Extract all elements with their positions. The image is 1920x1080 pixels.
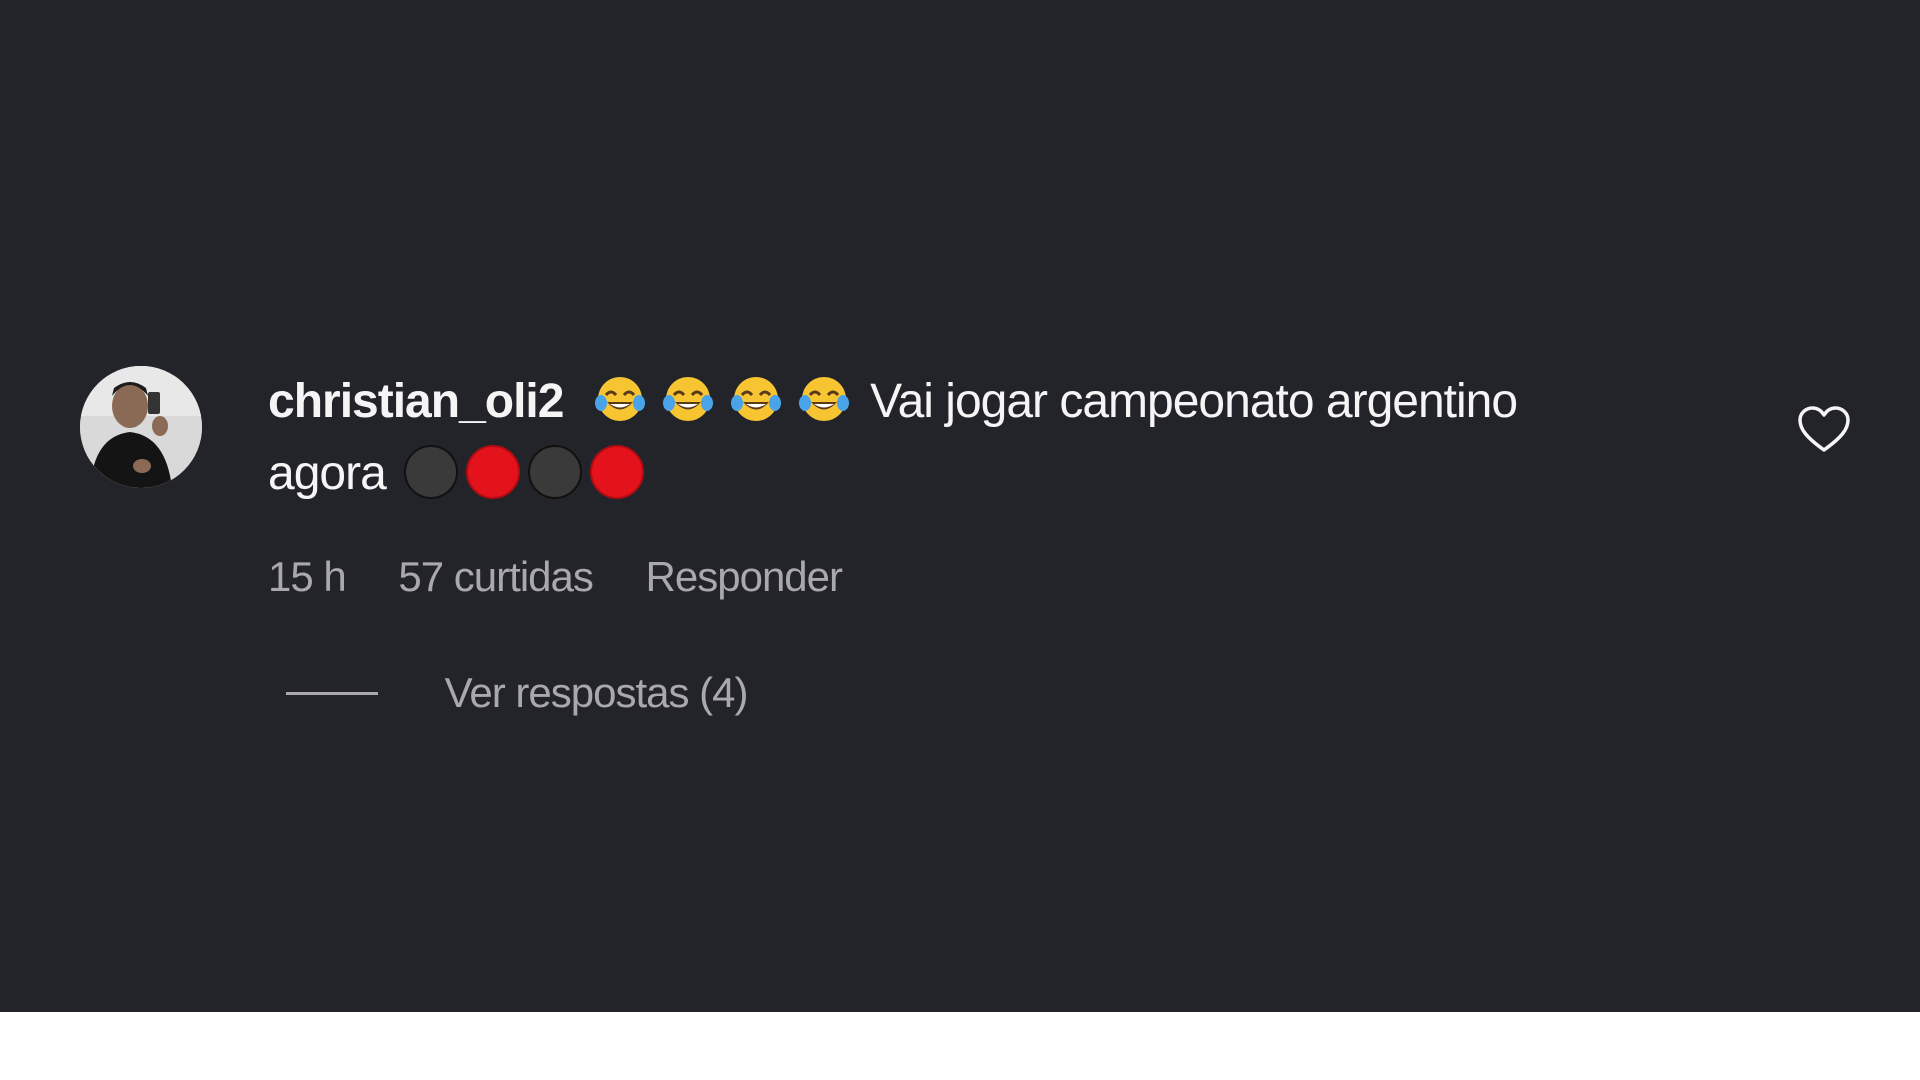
comment-body: christian_oli2 Vai jogar campeonato arge…: [268, 366, 1688, 602]
comment-timestamp[interactable]: 15 h: [268, 553, 347, 600]
red-circle-emoji: [589, 445, 644, 499]
replies-divider-line: [286, 692, 378, 695]
avatar[interactable]: [80, 366, 202, 488]
comment-text: Vai jogar campeonato argentino: [870, 375, 1518, 428]
face-with-tears-of-joy-emoji: [798, 377, 849, 421]
face-with-tears-of-joy-emoji: [662, 377, 713, 421]
likes-count[interactable]: 57 curtidas: [398, 553, 593, 600]
view-replies-label: Ver respostas (4): [444, 669, 749, 716]
comment-text-line-2: agora: [268, 438, 1688, 510]
comments-panel: christian_oli2 Vai jogar campeonato arge…: [0, 0, 1920, 1012]
username[interactable]: christian_oli2: [268, 375, 564, 428]
avatar-image: [80, 366, 202, 488]
comment-meta: 15 h 57 curtidas Responder: [268, 552, 1688, 602]
reply-button[interactable]: Responder: [646, 553, 843, 600]
face-with-tears-of-joy-emoji: [730, 377, 781, 421]
black-circle-emoji: [403, 445, 458, 499]
face-with-tears-of-joy-emoji: [594, 377, 645, 421]
comment-text-continued: agora: [268, 447, 387, 500]
view-replies-button[interactable]: Ver respostas (4): [286, 668, 749, 718]
black-circle-emoji: [527, 445, 582, 499]
heart-outline-icon[interactable]: [1796, 404, 1852, 456]
comment-text-line-1: christian_oli2 Vai jogar campeonato arge…: [268, 366, 1688, 438]
red-circle-emoji: [465, 445, 520, 499]
